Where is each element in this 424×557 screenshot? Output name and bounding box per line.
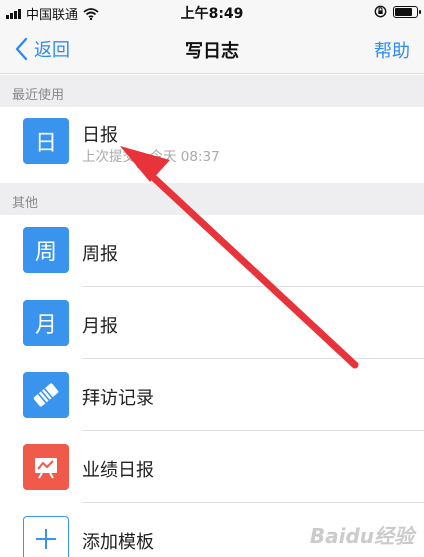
- page-title: 写日志: [185, 41, 239, 62]
- item-title: 添加模板: [82, 532, 154, 553]
- list-item-performance-report[interactable]: 业绩日报: [0, 431, 424, 503]
- item-title: 月报: [82, 316, 118, 337]
- daily-report-icon: 日: [23, 118, 69, 164]
- item-title: 业绩日报: [82, 460, 154, 481]
- list-item-weekly-report[interactable]: 周 周报: [0, 215, 424, 287]
- section-header-other: 其他: [0, 183, 424, 215]
- list-item-daily-report-recent[interactable]: 日 日报 上次提交：今天 08:37: [0, 107, 424, 183]
- orientation-lock-icon: [374, 5, 387, 18]
- item-title: 拜访记录: [82, 388, 154, 409]
- weekly-report-icon: 周: [23, 227, 69, 273]
- monthly-report-icon: 月: [23, 300, 69, 346]
- status-bar: 中国联通 上午8:49: [0, 0, 424, 24]
- chart-trend-icon: [23, 444, 69, 490]
- plus-icon: [23, 516, 69, 557]
- item-subtitle: 上次提交：今天 08:37: [82, 149, 220, 165]
- screen: 中国联通 上午8:49 返回 写日志 帮助 最近使用 日 日报 上次提交：今天 …: [0, 0, 424, 557]
- battery-icon: [393, 5, 421, 18]
- battery-fill: [395, 7, 412, 16]
- help-button[interactable]: 帮助: [374, 37, 410, 63]
- status-right: [374, 5, 421, 18]
- handshake-icon: [23, 372, 69, 418]
- section-header-recent: 最近使用: [0, 75, 424, 107]
- watermark: Baidu经验: [309, 524, 414, 548]
- nav-bar: 返回 写日志 帮助: [0, 24, 424, 74]
- list-item-monthly-report[interactable]: 月 月报: [0, 287, 424, 359]
- status-time: 上午8:49: [180, 6, 244, 22]
- item-title: 日报: [82, 125, 118, 146]
- list-item-visit-record[interactable]: 拜访记录: [0, 359, 424, 431]
- item-title: 周报: [82, 244, 118, 265]
